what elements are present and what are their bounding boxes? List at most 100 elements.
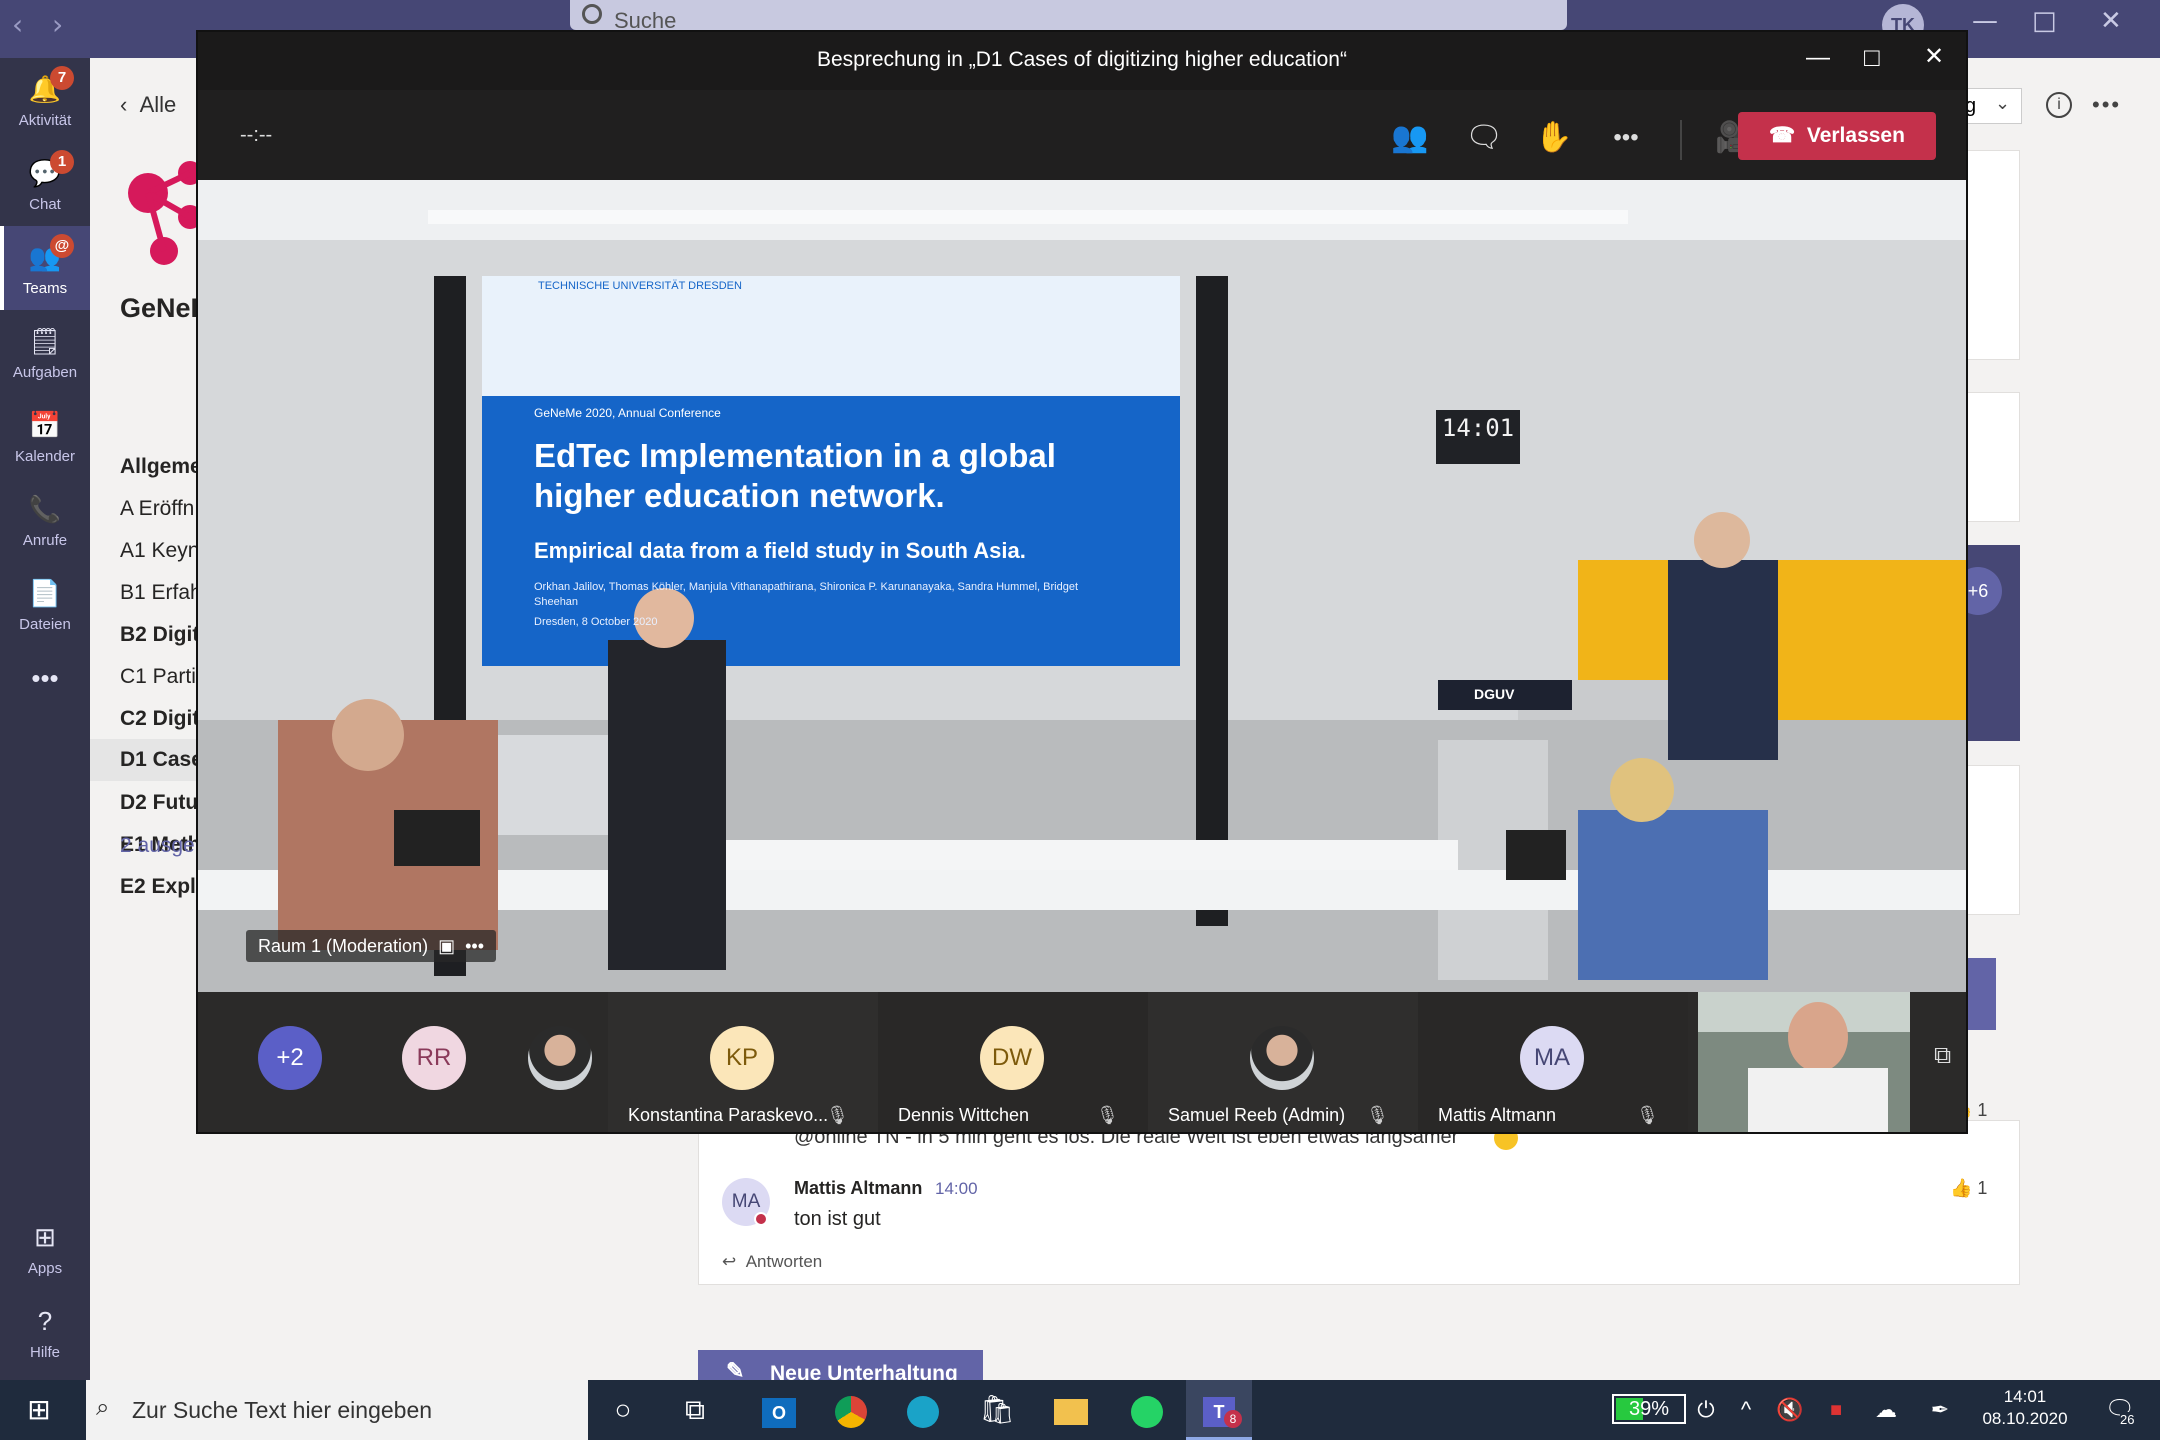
back-to-teams-link[interactable]: ‹ Alle xyxy=(120,92,176,118)
cortana-icon[interactable]: ○ xyxy=(590,1380,656,1440)
apps-icon: ⊞ xyxy=(34,1222,56,1252)
pin-icon[interactable]: ▣ xyxy=(428,936,455,956)
more-actions-icon[interactable]: ••• xyxy=(1598,110,1654,166)
participant-name: Konstantina Paraskevo... xyxy=(628,1105,829,1125)
edge-icon[interactable] xyxy=(890,1380,956,1440)
slide-conference: GeNeMe 2020, Annual Conference xyxy=(534,406,721,420)
rail-item-kalender[interactable]: 📅 Kalender xyxy=(0,394,90,478)
channel-item[interactable]: D2 Futu xyxy=(120,791,198,815)
video-more-icon[interactable]: ••• xyxy=(455,936,484,956)
meeting-chat-icon[interactable]: 🗨 xyxy=(1456,110,1512,166)
channel-item[interactable]: C2 Digit xyxy=(120,707,199,731)
message-author[interactable]: Mattis Altmann xyxy=(794,1178,922,1199)
camera-switch-icon[interactable]: ⧉ xyxy=(1934,1042,1951,1070)
meeting-close-icon[interactable]: ✕ xyxy=(1924,42,1944,71)
tray-app-icon[interactable]: ■ xyxy=(1816,1380,1856,1440)
participant-tile[interactable]: MA Mattis Altmann 🎙 xyxy=(1418,992,1688,1132)
onedrive-icon[interactable]: ☁ xyxy=(1866,1380,1906,1440)
mic-muted-icon: 🎙 xyxy=(1636,1105,1659,1125)
rail-item-aktivität[interactable]: 🔔 Aktivität 7 xyxy=(0,58,90,142)
participant-photo xyxy=(1250,1026,1314,1090)
participant-tile[interactable] xyxy=(520,992,600,1132)
message-text: ton ist gut xyxy=(794,1208,881,1230)
rail-item-dateien[interactable]: 📄 Dateien xyxy=(0,562,90,646)
rail-item-help[interactable]: ? Hilfe xyxy=(0,1290,90,1374)
channel-item[interactable]: B1 Erfah xyxy=(120,581,202,605)
participant-name: Dennis Wittchen xyxy=(898,1105,1030,1125)
file-explorer-icon[interactable] xyxy=(1038,1380,1104,1440)
ellipsis-icon: ••• xyxy=(31,663,59,693)
rail-item-chat[interactable]: 💬 Chat 1 xyxy=(0,142,90,226)
volume-muted-icon[interactable]: 🔇 xyxy=(1770,1380,1810,1440)
files-icon: 📄 xyxy=(28,578,62,608)
info-icon[interactable]: i xyxy=(2046,92,2072,118)
rail-label: Teams xyxy=(22,280,68,297)
chrome-icon[interactable] xyxy=(818,1380,884,1440)
close-icon[interactable]: ✕ xyxy=(2100,6,2122,36)
participant-avatar: DW xyxy=(980,1026,1044,1090)
maximize-icon[interactable]: □ xyxy=(2032,6,2057,36)
windows-start-icon[interactable]: ⊞ xyxy=(6,1380,72,1440)
notification-center-icon[interactable]: 🗨 26 xyxy=(2090,1380,2150,1440)
leave-button[interactable]: ☎ Verlassen xyxy=(1738,112,1936,160)
participant-tile[interactable]: +2 xyxy=(250,992,330,1132)
reaction-count[interactable]: 👍 1 xyxy=(1950,1178,1987,1199)
participants-icon[interactable]: 👥 xyxy=(1382,110,1438,166)
new-conversation-button[interactable]: ✎ Neue Unterhaltung xyxy=(698,1350,983,1384)
notification-badge: 1 xyxy=(50,150,74,174)
mic-muted-icon: 🎙 xyxy=(1366,1105,1389,1125)
thumbs-up-icon: 👍 xyxy=(1950,1178,1978,1198)
channel-item[interactable]: A1 Keyn xyxy=(120,539,199,563)
back-arrow-icon[interactable]: ‹ xyxy=(12,8,23,41)
mic-muted-icon: 🎙 xyxy=(1096,1105,1119,1125)
store-icon[interactable]: 🛍 xyxy=(964,1380,1030,1440)
forward-arrow-icon[interactable]: › xyxy=(52,8,63,41)
rail-item-aufgaben[interactable]: 🗒 Aufgaben xyxy=(0,310,90,394)
rail-label: Apps xyxy=(27,1260,63,1277)
teams-taskbar-icon[interactable]: T8 xyxy=(1186,1380,1252,1440)
phone-icon: 📞 xyxy=(28,494,62,524)
rail-item-teams[interactable]: 👥 Teams @ xyxy=(0,226,90,310)
hidden-channels-link[interactable]: 2 ausge xyxy=(120,834,195,858)
more-apps-button[interactable]: ••• xyxy=(0,655,90,715)
participant-tile[interactable]: KP Konstantina Paraskevo... 🎙 xyxy=(608,992,878,1132)
meeting-maximize-icon[interactable]: □ xyxy=(1864,42,1880,73)
video-source-label: Raum 1 (Moderation) ▣ ••• xyxy=(246,930,497,962)
minimize-icon[interactable]: — xyxy=(1972,6,1998,36)
participant-tile[interactable]: RR xyxy=(394,992,474,1132)
meeting-minimize-icon[interactable]: — xyxy=(1806,44,1830,72)
call-timer: --:-- xyxy=(240,124,273,146)
channel-item[interactable]: A Eröffn xyxy=(120,497,194,521)
plug-icon: ⏻ xyxy=(1697,1397,1715,1422)
tray-chevron-icon[interactable]: ^ xyxy=(1728,1380,1764,1440)
self-video-tile[interactable] xyxy=(1698,992,1910,1132)
outlook-icon[interactable]: O xyxy=(746,1380,812,1440)
search-input[interactable]: Suche xyxy=(570,0,1567,30)
podium-logo: DGUV xyxy=(1474,686,1515,702)
channel-item[interactable]: C1 Partiz xyxy=(120,665,206,689)
search-placeholder: Suche xyxy=(614,8,677,30)
notification-badge: 7 xyxy=(50,66,74,90)
taskbar-search-input[interactable]: ⌕ Zur Suche Text hier eingeben xyxy=(86,1380,588,1440)
join-button-partial[interactable] xyxy=(1966,958,1996,1030)
channel-item[interactable]: Allgeme xyxy=(120,455,202,479)
teams-badge: 8 xyxy=(1224,1410,1242,1428)
rail-label: Dateien xyxy=(19,616,71,633)
rail-item-anrufe[interactable]: 📞 Anrufe xyxy=(0,478,90,562)
task-view-icon[interactable]: ⧉ xyxy=(662,1380,728,1440)
pen-icon[interactable]: ✒ xyxy=(1920,1380,1960,1440)
calendar-icon: 📅 xyxy=(28,410,62,440)
participant-tile[interactable]: Samuel Reeb (Admin) 🎙 xyxy=(1148,992,1418,1132)
participant-tile[interactable]: DW Dennis Wittchen 🎙 xyxy=(878,992,1148,1132)
rail-item-apps[interactable]: ⊞ Apps xyxy=(0,1206,90,1290)
mic-muted-icon: 🎙 xyxy=(826,1105,849,1125)
meeting-banner: +6 xyxy=(1954,545,2020,741)
more-options-icon[interactable]: ••• xyxy=(2092,92,2121,118)
reply-button[interactable]: ↩ Antworten xyxy=(722,1252,822,1272)
slide-authors: Orkhan Jalilov, Thomas Köhler, Manjula V… xyxy=(534,581,1078,608)
raise-hand-icon[interactable]: ✋ xyxy=(1526,110,1582,166)
whatsapp-icon[interactable] xyxy=(1114,1380,1180,1440)
battery-indicator[interactable]: 39% xyxy=(1612,1394,1686,1424)
system-clock[interactable]: 14:01 08.10.2020 xyxy=(1960,1386,2090,1430)
channel-item[interactable]: B2 Digit xyxy=(120,623,199,647)
